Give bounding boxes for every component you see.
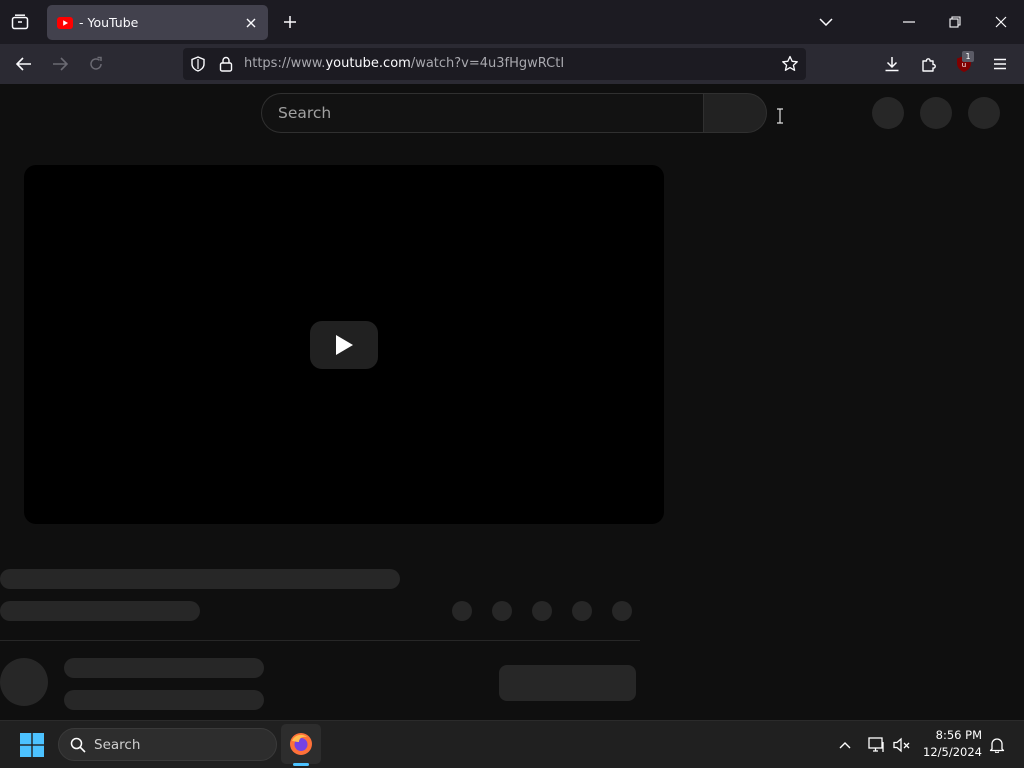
tab-youtube[interactable]: - YouTube — [47, 5, 268, 40]
youtube-search-button[interactable] — [703, 93, 767, 133]
network-button[interactable] — [865, 733, 889, 757]
shield-icon — [191, 56, 205, 72]
tab-close-button[interactable] — [240, 12, 262, 34]
system-clock[interactable]: 8:56 PM 12/5/2024 — [918, 727, 982, 761]
close-icon — [995, 16, 1007, 28]
extensions-button[interactable] — [915, 50, 943, 78]
video-player[interactable] — [24, 165, 664, 524]
url-text[interactable]: https://www.youtube.com/watch?v=4u3fHgwR… — [244, 56, 564, 71]
reload-icon — [90, 56, 102, 70]
taskbar: Search 8:56 PM 12/5/2024 — [0, 720, 1024, 768]
taskbar-search[interactable]: Search — [58, 728, 277, 761]
extension-badge-count: 1 — [962, 51, 974, 62]
subtitle-skeleton — [0, 601, 200, 621]
url-host: youtube.com — [325, 56, 411, 71]
avatar[interactable] — [968, 97, 1000, 129]
youtube-page: Search — [0, 84, 1024, 720]
windows-logo-icon — [20, 733, 44, 757]
action-placeholder-2 — [492, 601, 512, 621]
chevron-up-icon — [839, 742, 851, 749]
show-hidden-icons-button[interactable] — [833, 733, 857, 757]
svg-text:u: u — [962, 61, 966, 69]
tab-bar: - YouTube — [0, 0, 1024, 44]
close-window-button[interactable] — [987, 8, 1015, 36]
volume-muted-icon — [893, 737, 910, 753]
channel-avatar-skeleton — [0, 658, 48, 706]
bookmark-button[interactable] — [781, 55, 799, 77]
youtube-search-input[interactable]: Search — [261, 93, 783, 133]
search-icon — [70, 737, 86, 753]
close-icon — [246, 18, 256, 27]
download-icon — [885, 57, 899, 72]
start-button[interactable] — [14, 729, 50, 761]
section-divider — [0, 640, 640, 641]
youtube-favicon-icon — [57, 16, 73, 29]
volume-button[interactable] — [890, 733, 914, 757]
tab-title: - YouTube — [79, 15, 139, 30]
minimize-button[interactable] — [895, 8, 923, 36]
address-bar[interactable]: https://www.youtube.com/watch?v=4u3fHgwR… — [183, 48, 806, 80]
lock-icon — [219, 56, 233, 72]
tab-overview-button[interactable] — [8, 10, 32, 34]
tracking-protection-button[interactable] — [190, 56, 206, 76]
action-placeholder-1 — [452, 601, 472, 621]
forward-button[interactable] — [46, 50, 74, 78]
plus-icon — [284, 16, 296, 28]
header-placeholder-circle-2 — [920, 97, 952, 129]
action-placeholder-3 — [532, 601, 552, 621]
chevron-down-icon — [819, 18, 833, 26]
back-button[interactable] — [10, 50, 38, 78]
restore-button[interactable] — [941, 8, 969, 36]
action-placeholder-4 — [572, 601, 592, 621]
reload-button[interactable] — [82, 50, 110, 78]
new-tab-button[interactable] — [278, 10, 302, 34]
running-app-indicator — [293, 763, 309, 766]
play-icon — [336, 335, 353, 355]
arrow-right-icon — [53, 57, 68, 71]
channel-meta-skeleton — [64, 690, 264, 710]
youtube-search-placeholder: Search — [278, 104, 332, 122]
downloads-button[interactable] — [878, 50, 906, 78]
star-icon — [782, 55, 798, 71]
url-path: /watch?v=4u3fHgwRCtI — [410, 56, 565, 71]
puzzle-icon — [922, 58, 936, 72]
clock-time: 8:56 PM — [935, 728, 982, 742]
hamburger-menu-icon — [994, 58, 1006, 70]
navigation-bar: https://www.youtube.com/watch?v=4u3fHgwR… — [0, 44, 1024, 84]
firefox-icon — [290, 733, 312, 755]
minimize-icon — [903, 21, 915, 23]
channel-name-skeleton — [64, 658, 264, 678]
subscribe-button-skeleton — [499, 665, 636, 701]
url-scheme: https://www. — [244, 56, 326, 71]
restore-icon — [949, 16, 961, 28]
action-placeholder-5 — [612, 601, 632, 621]
network-icon — [868, 737, 884, 752]
clock-date: 12/5/2024 — [923, 745, 982, 759]
list-all-tabs-button[interactable] — [812, 8, 840, 36]
header-placeholder-circle-1 — [872, 97, 904, 129]
app-menu-button[interactable] — [986, 50, 1014, 78]
taskbar-search-label: Search — [94, 737, 141, 753]
site-info-button[interactable] — [219, 56, 233, 76]
firefox-taskbar-button[interactable] — [281, 724, 321, 764]
notifications-button[interactable] — [985, 733, 1009, 757]
title-skeleton — [0, 569, 400, 589]
tab-overview-icon — [11, 14, 29, 30]
text-cursor-icon — [777, 108, 783, 124]
bell-icon — [989, 738, 1005, 753]
arrow-left-icon — [16, 57, 31, 71]
play-button[interactable] — [310, 321, 378, 369]
